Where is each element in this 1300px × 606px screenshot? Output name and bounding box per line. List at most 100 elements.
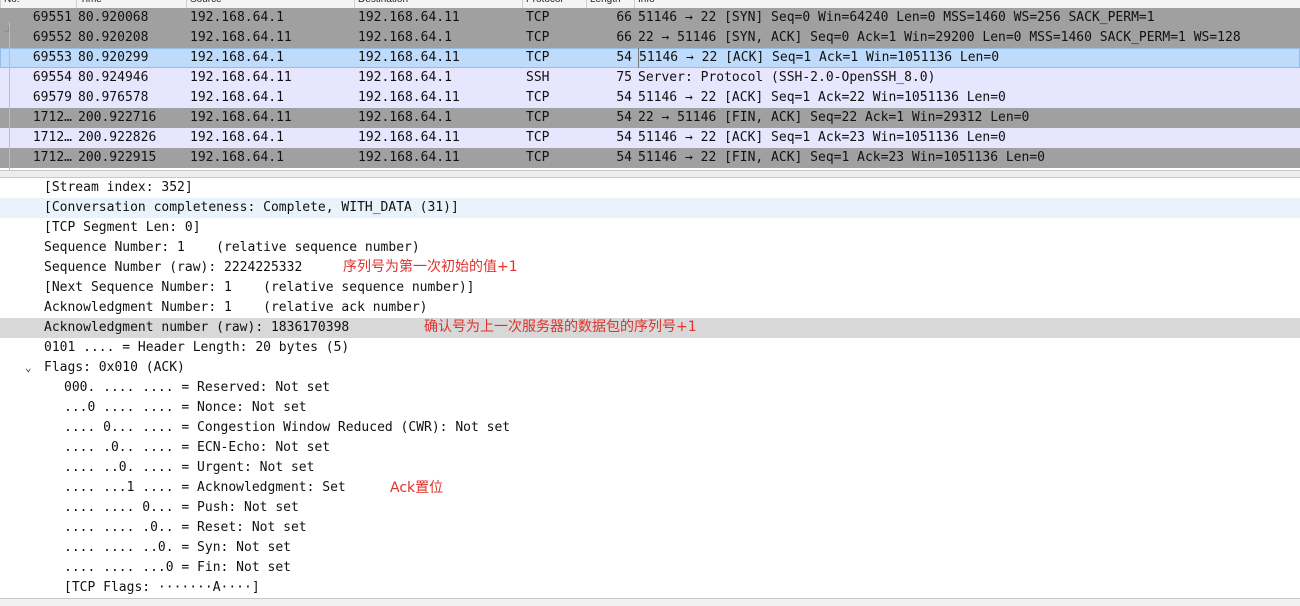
detail-line[interactable]: Acknowledgment Number: 1 (relative ack n… [0,298,1300,318]
packet-number: 1712… [32,150,72,165]
detail-line[interactable]: .... .0.. .... = ECN-Echo: Not set [0,438,1300,458]
packet-protocol: SSH [526,70,550,85]
column-length[interactable]: Length [586,0,634,8]
column-no[interactable]: No. [0,0,76,8]
detail-text: Sequence Number (raw): 2224225332 [44,260,303,275]
detail-text: ...0 .... .... = Nonce: Not set [64,400,307,415]
detail-text: Acknowledgment number (raw): 1836170398 [44,320,350,335]
detail-line[interactable]: ⌄ Flags: 0x010 (ACK) [0,358,1300,378]
detail-line[interactable]: .... ...1 .... = Acknowledgment: Set [0,478,1300,498]
packet-number: 69553 [32,50,72,65]
packet-info: 51146 → 22 [ACK] Seq=1 Ack=1 Win=1051136… [638,48,999,68]
packet-time: 80.976578 [78,90,149,105]
packet-protocol: TCP [526,50,550,65]
detail-line[interactable]: .... .... .0.. = Reset: Not set [0,518,1300,538]
detail-text: Sequence Number: 1 (relative sequence nu… [44,240,420,255]
packet-info: 22 → 51146 [FIN, ACK] Seq=22 Ack=1 Win=2… [638,110,1030,125]
column-protocol[interactable]: Protocol [522,0,586,8]
packet-info: 51146 → 22 [FIN, ACK] Seq=1 Ack=23 Win=1… [638,150,1045,165]
packet-row[interactable]: 1712… 200.922915 192.168.64.1 192.168.64.11… [0,148,1300,168]
expand-chevron-icon[interactable]: ⌄ [25,358,37,378]
column-destination[interactable]: Destination [354,0,522,8]
detail-text: 0101 .... = Header Length: 20 bytes (5) [44,340,350,355]
packet-row[interactable]: 69553 80.920299 192.168.64.1 192.168.64.11 T… [0,48,1300,68]
detail-text: Flags: 0x010 (ACK) [44,360,185,375]
detail-line[interactable]: [Conversation completeness: Complete, WI… [0,198,1300,218]
packet-source: 192.168.64.11 [190,110,292,125]
detail-text: .... .... 0... = Push: Not set [64,500,299,515]
packet-row[interactable]: 1712… 200.922826 192.168.64.1 192.168.64.11… [0,128,1300,148]
packet-length: 66 [616,10,632,25]
detail-text: .... ...1 .... = Acknowledgment: Set [64,480,346,495]
packet-source: 192.168.64.11 [190,30,292,45]
packet-number: 1712… [32,110,72,125]
detail-line[interactable]: [TCP Segment Len: 0] [0,218,1300,238]
packet-number: 69579 [32,90,72,105]
detail-text: [Conversation completeness: Complete, WI… [44,200,459,215]
detail-text: [Stream index: 352] [44,180,193,195]
packet-source: 192.168.64.1 [190,150,284,165]
detail-line[interactable]: .... .... ...0 = Fin: Not set [0,558,1300,578]
packet-protocol: TCP [526,30,550,45]
packet-source: 192.168.64.1 [190,10,284,25]
packet-row[interactable]: 69579 80.976578 192.168.64.1 192.168.64.11 T… [0,88,1300,108]
pane-splitter[interactable] [0,170,1300,178]
packet-length: 54 [616,50,632,65]
packet-source: 192.168.64.1 [190,90,284,105]
detail-line[interactable]: ...0 .... .... = Nonce: Not set [0,398,1300,418]
packet-time: 200.922826 [78,130,157,145]
detail-line[interactable]: .... .... 0... = Push: Not set [0,498,1300,518]
detail-line[interactable]: [Next Sequence Number: 1 (relative seque… [0,278,1300,298]
packet-row[interactable]: 69552 80.920208 192.168.64.11 192.168.64.1 T… [0,28,1300,48]
detail-line[interactable]: .... ..0. .... = Urgent: Not set [0,458,1300,478]
detail-line[interactable]: [TCP Flags: ·······A····] [0,578,1300,598]
packet-protocol: TCP [526,10,550,25]
packet-number: 1712… [32,130,72,145]
packet-row[interactable]: 69554 80.924946 192.168.64.11 192.168.64.1 S… [0,68,1300,88]
packet-protocol: TCP [526,130,550,145]
packet-length: 66 [616,30,632,45]
related-packet-arrow-icon: ↲ [4,25,11,36]
detail-line[interactable]: 0101 .... = Header Length: 20 bytes (5) [0,338,1300,358]
detail-line[interactable]: Sequence Number (raw): 2224225332 [0,258,1300,278]
annotation-seq: 序列号为第一次初始的值+1 [343,259,518,275]
packet-length: 54 [616,150,632,165]
detail-line[interactable]: [Stream index: 352] [0,178,1300,198]
packet-destination: 192.168.64.11 [358,50,460,65]
detail-text: .... .... .0.. = Reset: Not set [64,520,307,535]
packet-destination: 192.168.64.11 [358,130,460,145]
column-info[interactable]: Info [634,0,1300,8]
detail-text: Acknowledgment Number: 1 (relative ack n… [44,300,428,315]
detail-text: [TCP Flags: ·······A····] [64,580,260,595]
packet-rows: 69551 80.920068 192.168.64.1 192.168.64.11 T… [0,8,1300,168]
packet-source: 192.168.64.11 [190,70,292,85]
packet-destination: 192.168.64.1 [358,110,452,125]
packet-info: Server: Protocol (SSH-2.0-OpenSSH_8.0) [638,70,936,85]
packet-time: 200.922915 [78,150,157,165]
status-edge [0,598,1300,606]
detail-text: 000. .... .... = Reserved: Not set [64,380,331,395]
detail-text: .... 0... .... = Congestion Window Reduc… [64,420,511,435]
packet-time: 80.920299 [78,50,149,65]
column-time[interactable]: Time [76,0,186,8]
detail-line[interactable]: 000. .... .... = Reserved: Not set [0,378,1300,398]
packet-row[interactable]: 69551 80.920068 192.168.64.1 192.168.64.11 T… [0,8,1300,28]
packet-info: 51146 → 22 [ACK] Seq=1 Ack=23 Win=105113… [638,130,1006,145]
packet-row[interactable]: 1712… 200.922716 192.168.64.11 192.168.64.1… [0,108,1300,128]
packet-protocol: TCP [526,90,550,105]
packet-time: 80.924946 [78,70,149,85]
packet-source: 192.168.64.1 [190,130,284,145]
packet-number: 69551 [32,10,72,25]
detail-line[interactable]: .... 0... .... = Congestion Window Reduc… [0,418,1300,438]
detail-line[interactable]: Sequence Number: 1 (relative sequence nu… [0,238,1300,258]
detail-text: .... ..0. .... = Urgent: Not set [64,460,315,475]
packet-destination: 192.168.64.11 [358,90,460,105]
packet-info: 51146 → 22 [ACK] Seq=1 Ack=22 Win=105113… [638,90,1006,105]
packet-destination: 192.168.64.1 [358,30,452,45]
packet-details: [Stream index: 352] [Conversation complet… [0,178,1300,598]
column-source[interactable]: Source [186,0,354,8]
detail-line[interactable]: .... .... ..0. = Syn: Not set [0,538,1300,558]
packet-protocol: TCP [526,110,550,125]
packet-list: No. Time Source Destination Protocol Len… [0,0,1300,170]
packet-destination: 192.168.64.11 [358,150,460,165]
